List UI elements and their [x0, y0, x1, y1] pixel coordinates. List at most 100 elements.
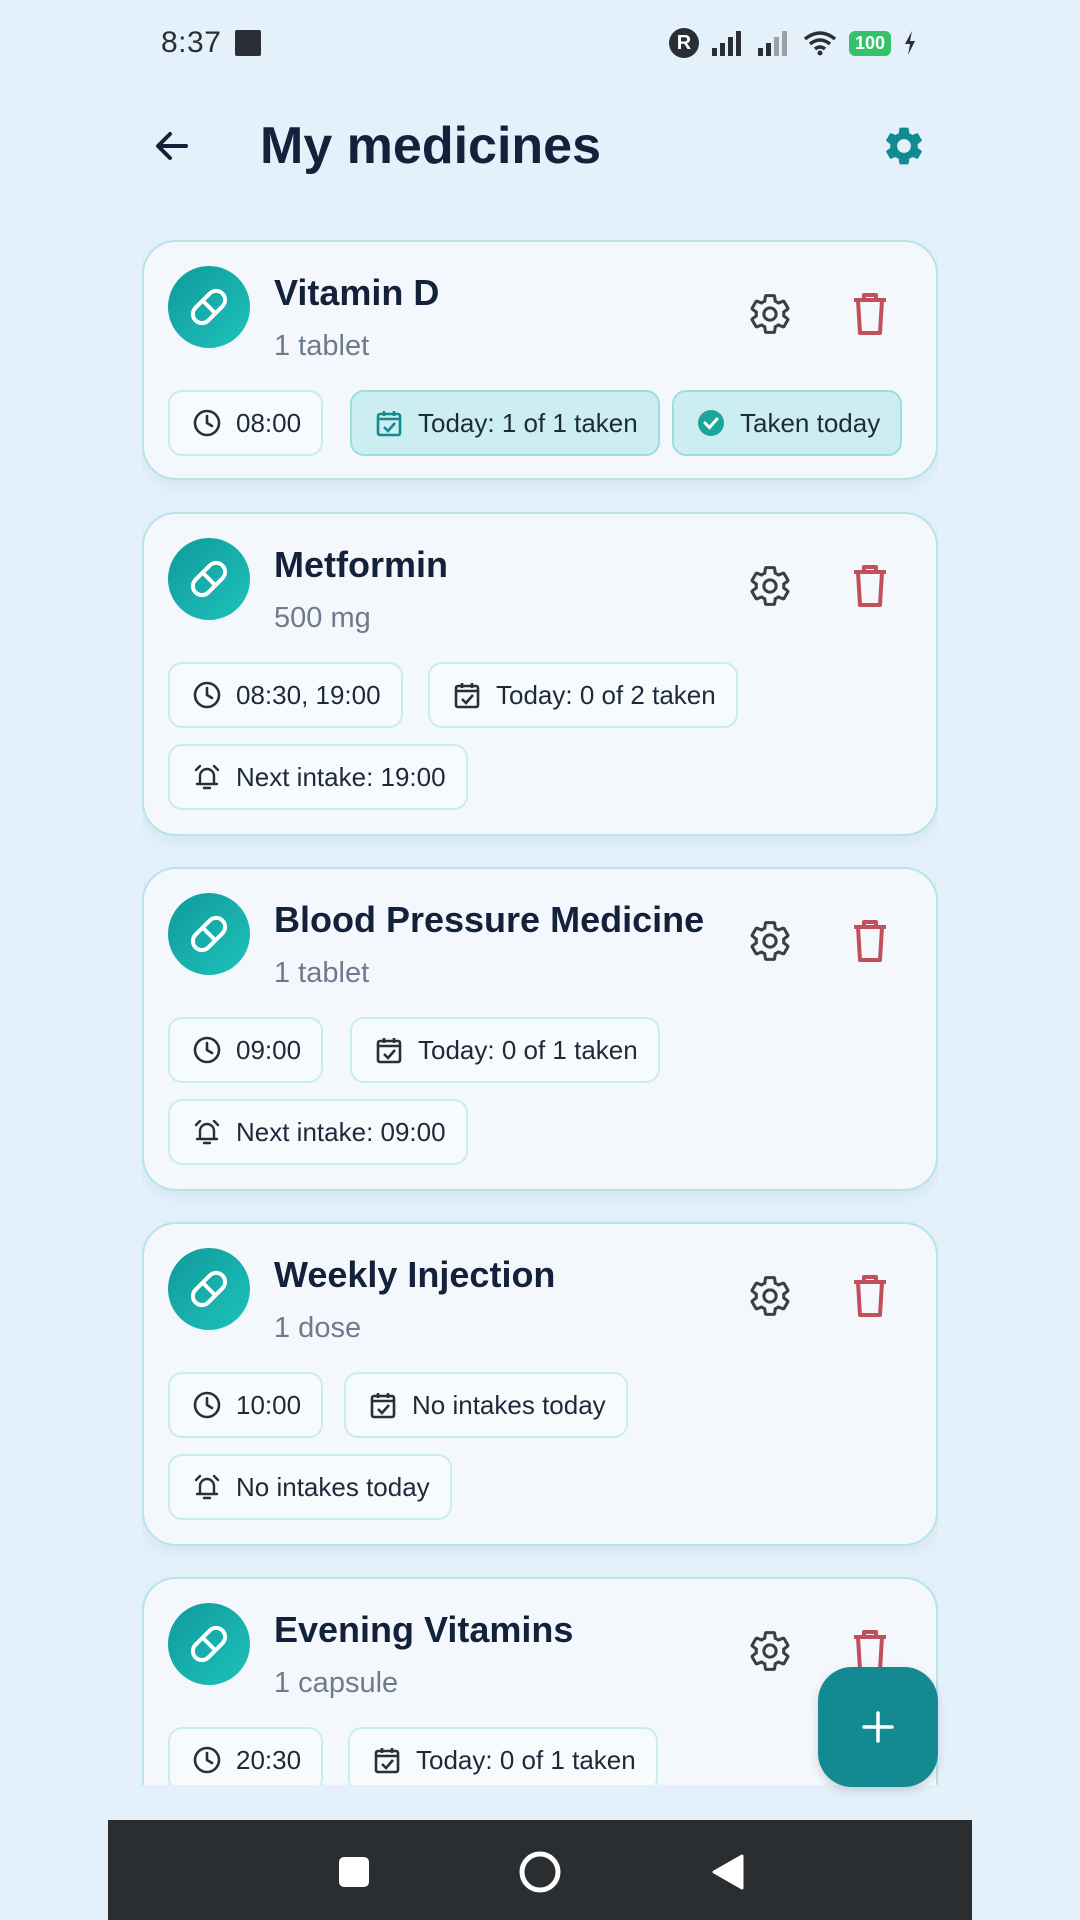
square-icon [339, 1857, 369, 1887]
triangle-back-icon [712, 1854, 744, 1890]
gear-icon [750, 566, 790, 606]
notification-icon [235, 30, 262, 56]
alarm-bell-icon [194, 764, 220, 790]
today-chip: Today: 1 of 1 taken [350, 390, 660, 456]
trash-icon [854, 1275, 886, 1317]
recents-button[interactable] [330, 1848, 378, 1896]
calendar-check-icon [370, 1393, 396, 1419]
medicine-dose: 1 tablet [274, 330, 370, 362]
today-label: Today: 0 of 1 taken [416, 1744, 636, 1775]
back-button[interactable] [146, 120, 198, 172]
today-label: Today: 1 of 1 taken [418, 407, 638, 438]
status-time: 8:37 [161, 26, 222, 59]
delete-medicine-button[interactable] [844, 560, 896, 612]
status-label: Taken today [740, 407, 881, 438]
calendar-check-icon [376, 1038, 402, 1064]
pill-icon [168, 1248, 250, 1330]
times-label: 20:30 [236, 1744, 302, 1775]
gear-icon [750, 1631, 790, 1671]
calendar-check-icon [374, 1748, 400, 1774]
wifi-icon [803, 31, 837, 56]
medicine-name: Weekly Injection [274, 1254, 556, 1295]
medicine-card[interactable]: Metformin 500 mg 08:30, 19:00 Today: 0 o… [142, 512, 938, 836]
today-chip: Today: 0 of 2 taken [428, 662, 738, 728]
trash-icon [854, 920, 886, 962]
status-chip: Taken today [672, 390, 903, 456]
clock-icon [193, 1391, 221, 1419]
today-label: Today: 0 of 1 taken [418, 1034, 638, 1065]
medicine-card[interactable]: Blood Pressure Medicine 1 tablet 09:00 T… [142, 867, 938, 1191]
next-intake-chip: Next intake: 09:00 [168, 1099, 468, 1165]
clock-icon [193, 409, 221, 437]
times-chip: 10:00 [168, 1372, 324, 1438]
delete-medicine-button[interactable] [844, 915, 896, 967]
circle-icon [519, 1851, 561, 1893]
medicine-name: Vitamin D [274, 272, 440, 313]
status-left: 8:37 [161, 26, 262, 60]
gear-icon [750, 921, 790, 961]
signal-weak-icon [757, 31, 787, 56]
status-bar: 8:37 R 100 [108, 0, 972, 86]
delete-medicine-button[interactable] [844, 288, 896, 340]
next-intake-chip: Next intake: 19:00 [168, 744, 468, 810]
edit-medicine-button[interactable] [744, 560, 796, 612]
pill-icon [168, 538, 250, 620]
battery-badge: 100 [848, 30, 891, 56]
today-label: No intakes today [412, 1389, 606, 1420]
calendar-check-icon [454, 683, 480, 709]
medicine-dose: 1 dose [274, 1312, 362, 1344]
times-label: 09:00 [236, 1034, 302, 1065]
medicine-card[interactable]: Weekly Injection 1 dose 10:00 No intakes… [142, 1222, 938, 1546]
next-intake-label: Next intake: 09:00 [236, 1116, 446, 1147]
next-intake-chip: No intakes today [168, 1454, 452, 1520]
edit-medicine-button[interactable] [744, 1625, 796, 1677]
trash-icon [854, 293, 886, 335]
charging-icon [905, 31, 915, 55]
pill-icon [168, 893, 250, 975]
times-chip: 08:30, 19:00 [168, 662, 403, 728]
page-title: My medicines [260, 117, 602, 175]
r-badge-icon: R [668, 28, 699, 58]
medicine-dose: 1 tablet [274, 957, 370, 989]
system-nav-bar [108, 1820, 972, 1920]
alarm-bell-icon [194, 1119, 220, 1145]
alarm-bell-icon [194, 1474, 220, 1500]
gear-icon [750, 294, 790, 334]
arrow-left-icon [156, 132, 188, 160]
medicine-name: Blood Pressure Medicine [274, 899, 705, 940]
times-label: 08:30, 19:00 [236, 679, 381, 710]
edit-medicine-button[interactable] [744, 288, 796, 340]
pill-icon [168, 1603, 250, 1685]
clock-icon [193, 1036, 221, 1064]
medicine-name: Metformin [274, 544, 448, 585]
add-medicine-button[interactable] [818, 1667, 938, 1787]
plus-icon [862, 1711, 894, 1743]
check-circle-icon [698, 410, 724, 436]
calendar-check-icon [376, 411, 402, 437]
gear-icon [886, 127, 922, 165]
medicine-name: Evening Vitamins [274, 1609, 574, 1650]
medicine-dose: 1 capsule [274, 1667, 399, 1699]
app-bar: My medicines [108, 86, 972, 206]
next-intake-label: No intakes today [236, 1471, 430, 1502]
edit-medicine-button[interactable] [744, 915, 796, 967]
settings-button[interactable] [878, 120, 930, 172]
today-chip: No intakes today [344, 1372, 628, 1438]
status-right: R 100 [668, 28, 917, 58]
today-chip: Today: 0 of 1 taken [348, 1727, 658, 1785]
next-intake-label: Next intake: 19:00 [236, 761, 446, 792]
signal-icon [711, 31, 741, 56]
edit-medicine-button[interactable] [744, 1270, 796, 1322]
times-label: 10:00 [236, 1389, 302, 1420]
medicine-list: Vitamin D 1 tablet 08:00 Today: 1 of 1 t… [142, 240, 938, 1785]
back-nav-button[interactable] [704, 1848, 752, 1896]
delete-medicine-button[interactable] [844, 1270, 896, 1322]
times-chip: 20:30 [168, 1727, 324, 1785]
medicine-card[interactable]: Vitamin D 1 tablet 08:00 Today: 1 of 1 t… [142, 240, 938, 480]
times-chip: 09:00 [168, 1017, 324, 1083]
home-button[interactable] [516, 1848, 564, 1896]
clock-icon [193, 681, 221, 709]
pill-icon [168, 266, 250, 348]
gear-icon [750, 1276, 790, 1316]
times-label: 08:00 [236, 407, 302, 438]
